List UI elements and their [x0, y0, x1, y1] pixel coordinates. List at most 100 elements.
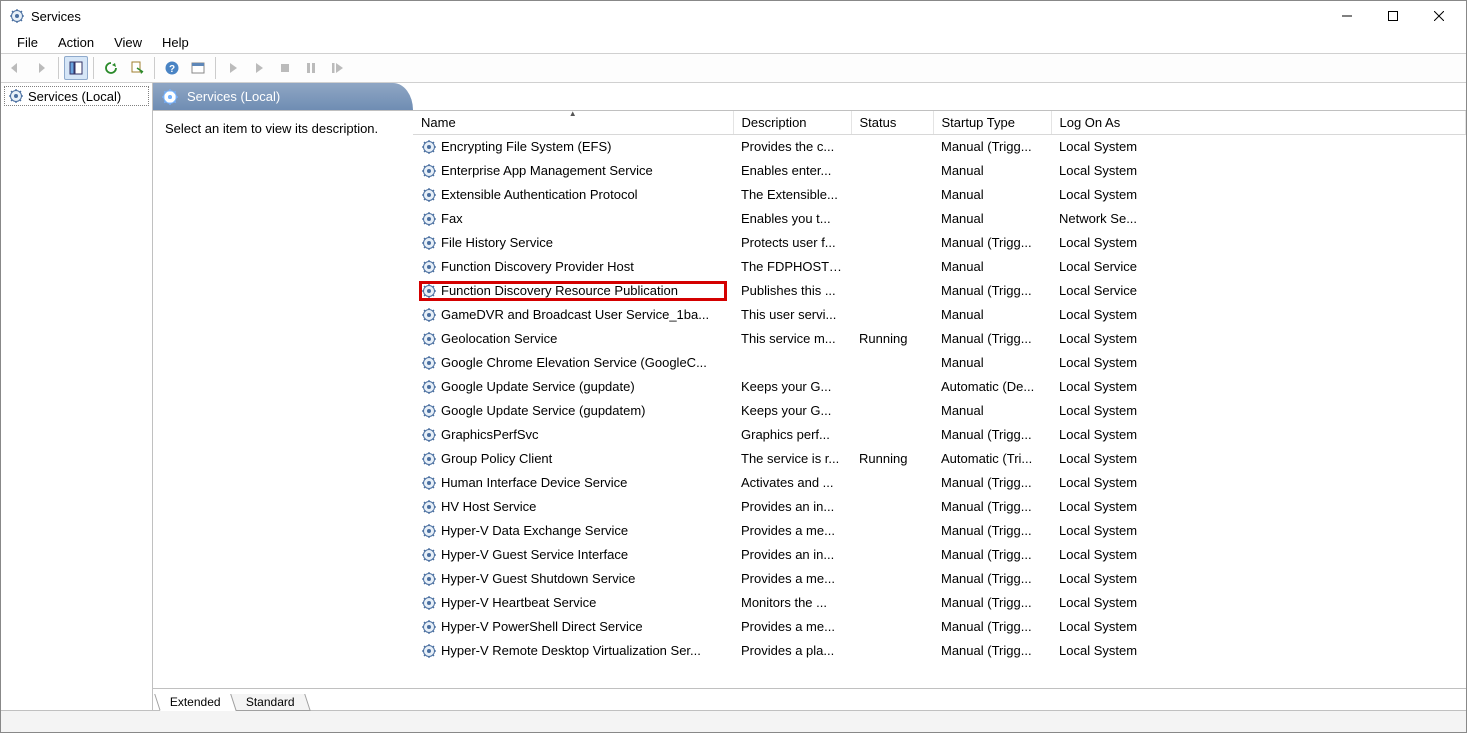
service-row[interactable]: Human Interface Device ServiceActivates …	[413, 471, 1466, 495]
nav-forward-button[interactable]	[29, 56, 53, 80]
tab-extended[interactable]: Extended	[154, 694, 236, 711]
service-status	[851, 183, 933, 207]
toolbar: ?	[1, 53, 1466, 83]
service-row[interactable]: Function Discovery Provider HostThe FDPH…	[413, 255, 1466, 279]
title-bar: Services	[1, 1, 1466, 31]
gear-icon	[421, 595, 437, 611]
service-startup: Manual	[933, 207, 1051, 231]
refresh-button[interactable]	[99, 56, 123, 80]
gear-icon	[421, 283, 437, 299]
service-startup: Manual (Trigg...	[933, 471, 1051, 495]
service-desc: The Extensible...	[733, 183, 851, 207]
gear-icon	[421, 619, 437, 635]
service-row[interactable]: GraphicsPerfSvcGraphics perf...Manual (T…	[413, 423, 1466, 447]
service-row[interactable]: Function Discovery Resource PublicationP…	[413, 279, 1466, 303]
properties-button[interactable]	[186, 56, 210, 80]
service-name: Hyper-V Heartbeat Service	[441, 595, 596, 610]
service-row[interactable]: Hyper-V PowerShell Direct ServiceProvide…	[413, 615, 1466, 639]
service-row[interactable]: Hyper-V Remote Desktop Virtualization Se…	[413, 639, 1466, 663]
service-desc: Provides an in...	[733, 543, 851, 567]
start-service-button-2[interactable]	[247, 56, 271, 80]
service-row[interactable]: File History ServiceProtects user f...Ma…	[413, 231, 1466, 255]
menu-help[interactable]: Help	[152, 33, 199, 52]
export-list-button[interactable]	[125, 56, 149, 80]
service-startup: Manual	[933, 351, 1051, 375]
tab-standard[interactable]: Standard	[230, 694, 310, 711]
svg-text:?: ?	[169, 64, 175, 75]
maximize-button[interactable]	[1370, 1, 1416, 31]
gear-icon	[421, 163, 437, 179]
service-status	[851, 399, 933, 423]
service-startup: Manual (Trigg...	[933, 135, 1051, 159]
content-area: Services (Local) Services (Local) Select…	[1, 83, 1466, 710]
service-row[interactable]: Hyper-V Heartbeat ServiceMonitors the ..…	[413, 591, 1466, 615]
col-status[interactable]: Status	[851, 111, 933, 135]
service-row[interactable]: GameDVR and Broadcast User Service_1ba..…	[413, 303, 1466, 327]
col-startup-type[interactable]: Startup Type	[933, 111, 1051, 135]
close-button[interactable]	[1416, 1, 1462, 31]
service-startup: Manual (Trigg...	[933, 519, 1051, 543]
service-row[interactable]: HV Host ServiceProvides an in...Manual (…	[413, 495, 1466, 519]
service-status	[851, 351, 933, 375]
service-name: Group Policy Client	[441, 451, 552, 466]
service-row[interactable]: Google Chrome Elevation Service (GoogleC…	[413, 351, 1466, 375]
col-log-on-as[interactable]: Log On As	[1051, 111, 1466, 135]
start-service-button[interactable]	[221, 56, 245, 80]
gear-icon	[421, 259, 437, 275]
gear-icon	[421, 235, 437, 251]
nav-back-button[interactable]	[3, 56, 27, 80]
service-status	[851, 279, 933, 303]
gear-icon	[421, 355, 437, 371]
service-status	[851, 231, 933, 255]
tree-services-local[interactable]: Services (Local)	[4, 86, 149, 106]
service-name: Human Interface Device Service	[441, 475, 627, 490]
service-row[interactable]: Geolocation ServiceThis service m...Runn…	[413, 327, 1466, 351]
service-name: Hyper-V Guest Service Interface	[441, 547, 628, 562]
tree-item-label: Services (Local)	[28, 89, 121, 104]
service-row[interactable]: Extensible Authentication ProtocolThe Ex…	[413, 183, 1466, 207]
col-name[interactable]: ▲Name	[413, 111, 733, 135]
gear-icon	[421, 211, 437, 227]
service-status	[851, 567, 933, 591]
service-name: Google Update Service (gupdate)	[441, 379, 635, 394]
service-row[interactable]: Hyper-V Guest Shutdown Service Provides a…	[413, 567, 1466, 591]
menu-action[interactable]: Action	[48, 33, 104, 52]
col-description[interactable]: Description	[733, 111, 851, 135]
service-desc: Enables you t...	[733, 207, 851, 231]
service-logon: Local System	[1051, 159, 1466, 183]
window-title: Services	[31, 9, 81, 24]
help-button[interactable]: ?	[160, 56, 184, 80]
service-name: Hyper-V Guest Shutdown Service	[441, 571, 635, 586]
service-row[interactable]: Google Update Service (gupdatem)Keeps yo…	[413, 399, 1466, 423]
service-logon: Local System	[1051, 135, 1466, 159]
service-row[interactable]: Enterprise App Management ServiceEnables…	[413, 159, 1466, 183]
menu-file[interactable]: File	[7, 33, 48, 52]
gear-icon	[421, 427, 437, 443]
service-logon: Local System	[1051, 375, 1466, 399]
service-row[interactable]: Group Policy ClientThe service is r...Ru…	[413, 447, 1466, 471]
menu-view[interactable]: View	[104, 33, 152, 52]
pane-header: Services (Local)	[153, 83, 413, 110]
service-row[interactable]: Google Update Service (gupdate)Keeps you…	[413, 375, 1466, 399]
service-status	[851, 255, 933, 279]
gear-icon	[421, 139, 437, 155]
restart-service-button[interactable]	[325, 56, 349, 80]
service-status	[851, 495, 933, 519]
service-status	[851, 471, 933, 495]
service-status	[851, 519, 933, 543]
service-row[interactable]: Hyper-V Guest Service Interface Provides …	[413, 543, 1466, 567]
service-status	[851, 375, 933, 399]
pause-service-button[interactable]	[299, 56, 323, 80]
service-row[interactable]: Hyper-V Data Exchange ServiceProvides a …	[413, 519, 1466, 543]
stop-service-button[interactable]	[273, 56, 297, 80]
service-logon: Local Service	[1051, 279, 1466, 303]
service-logon: Local System	[1051, 567, 1466, 591]
show-hide-tree-button[interactable]	[64, 56, 88, 80]
service-row[interactable]: FaxEnables you t...ManualNetwork Se...	[413, 207, 1466, 231]
minimize-button[interactable]	[1324, 1, 1370, 31]
service-startup: Manual (Trigg...	[933, 231, 1051, 255]
service-startup: Manual (Trigg...	[933, 279, 1051, 303]
service-row[interactable]: Encrypting File System (EFS)Provides the…	[413, 135, 1466, 159]
service-list-scroll[interactable]: ▲Name Description Status Startup Type Lo…	[413, 111, 1466, 688]
service-desc: Provides a me...	[733, 567, 851, 591]
